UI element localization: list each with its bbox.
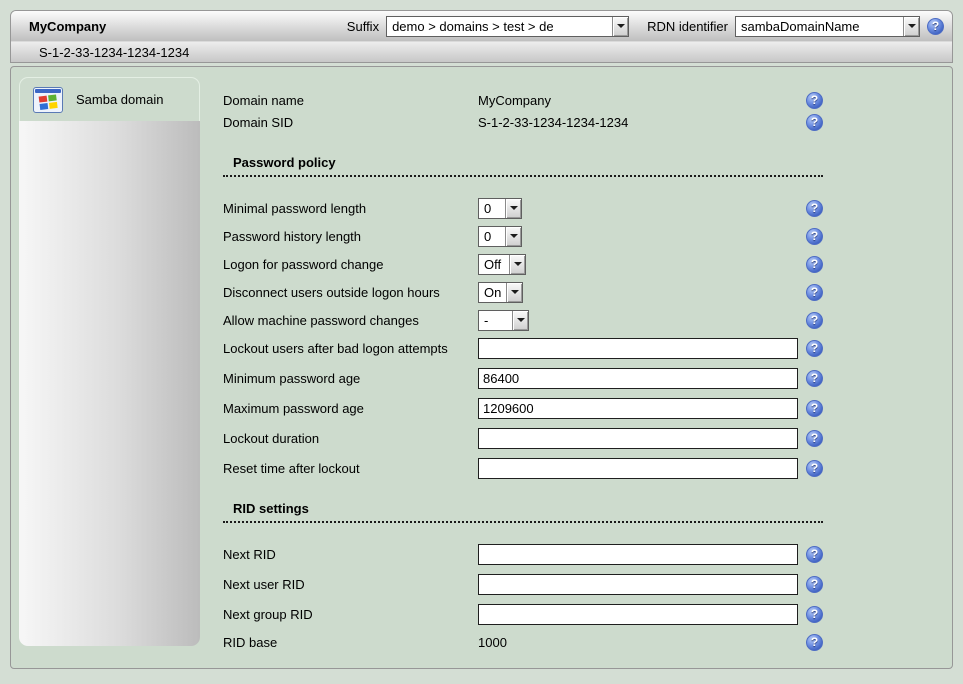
help-icon[interactable]: ? bbox=[806, 634, 823, 651]
help-icon[interactable]: ? bbox=[806, 606, 823, 623]
select-value: Off bbox=[479, 255, 509, 274]
help-icon[interactable]: ? bbox=[806, 256, 823, 273]
field-label: Minimum password age bbox=[223, 371, 478, 386]
rid-base-value: 1000 bbox=[478, 635, 507, 650]
allow-machine-password-changes-row: Allow machine password changes - ? bbox=[223, 309, 823, 331]
field-label: Password history length bbox=[223, 229, 478, 244]
chevron-down-icon bbox=[505, 227, 521, 246]
next-user-rid-input[interactable] bbox=[478, 574, 798, 595]
disconnect-users-row: Disconnect users outside logon hours On … bbox=[223, 281, 823, 303]
minimal-password-length-select[interactable]: 0 bbox=[478, 198, 522, 219]
help-icon[interactable]: ? bbox=[806, 430, 823, 447]
domain-name-row: Domain name MyCompany ? bbox=[223, 89, 823, 111]
help-icon[interactable]: ? bbox=[806, 92, 823, 109]
chevron-down-icon bbox=[509, 255, 525, 274]
domain-name-value: MyCompany bbox=[478, 93, 551, 108]
select-value: - bbox=[479, 311, 512, 330]
lockout-bad-logon-input[interactable] bbox=[478, 338, 798, 359]
field-label: Lockout duration bbox=[223, 431, 478, 446]
samba-domain-form: Domain name MyCompany ? Domain SID S-1-2… bbox=[223, 89, 823, 653]
chevron-down-icon bbox=[512, 311, 528, 330]
next-rid-row: Next RID ? bbox=[223, 543, 823, 565]
tab-samba-domain[interactable]: Samba domain bbox=[19, 77, 200, 121]
help-icon[interactable]: ? bbox=[806, 546, 823, 563]
field-label: Reset time after lockout bbox=[223, 461, 478, 476]
section-heading-password-policy: Password policy bbox=[223, 155, 823, 177]
domain-sid-label: Domain SID bbox=[223, 115, 478, 130]
field-label: Next RID bbox=[223, 547, 478, 562]
field-label: RID base bbox=[223, 635, 478, 650]
help-icon[interactable]: ? bbox=[806, 200, 823, 217]
minimum-password-age-input[interactable] bbox=[478, 368, 798, 389]
chevron-down-icon bbox=[903, 17, 919, 36]
select-value: 0 bbox=[479, 199, 505, 218]
help-icon[interactable]: ? bbox=[806, 284, 823, 301]
field-label: Disconnect users outside logon hours bbox=[223, 285, 478, 300]
domain-sid-value: S-1-2-33-1234-1234-1234 bbox=[478, 115, 628, 130]
select-value: On bbox=[479, 283, 506, 302]
help-icon[interactable]: ? bbox=[806, 114, 823, 131]
domain-sid-subtitle: S-1-2-33-1234-1234-1234 bbox=[39, 45, 189, 60]
domain-sid-row: Domain SID S-1-2-33-1234-1234-1234 ? bbox=[223, 111, 823, 133]
field-label: Maximum password age bbox=[223, 401, 478, 416]
rid-base-row: RID base 1000 ? bbox=[223, 631, 823, 653]
chevron-down-icon bbox=[612, 17, 628, 36]
reset-time-after-lockout-input[interactable] bbox=[478, 458, 798, 479]
next-group-rid-row: Next group RID ? bbox=[223, 603, 823, 625]
rdn-identifier-select[interactable]: sambaDomainName bbox=[735, 16, 920, 37]
field-label: Minimal password length bbox=[223, 201, 478, 216]
title-bar-top-row: MyCompany Suffix demo > domains > test >… bbox=[11, 11, 952, 41]
page-title: MyCompany bbox=[29, 19, 106, 34]
suffix-label: Suffix bbox=[347, 19, 379, 34]
password-history-length-select[interactable]: 0 bbox=[478, 226, 522, 247]
allow-machine-password-changes-select[interactable]: - bbox=[478, 310, 529, 331]
disconnect-users-select[interactable]: On bbox=[478, 282, 523, 303]
select-value: 0 bbox=[479, 227, 505, 246]
next-user-rid-row: Next user RID ? bbox=[223, 573, 823, 595]
domain-name-label: Domain name bbox=[223, 93, 478, 108]
next-rid-input[interactable] bbox=[478, 544, 798, 565]
help-icon[interactable]: ? bbox=[806, 312, 823, 329]
lockout-duration-row: Lockout duration ? bbox=[223, 427, 823, 449]
chevron-down-icon bbox=[506, 283, 522, 302]
lockout-duration-input[interactable] bbox=[478, 428, 798, 449]
field-label: Lockout users after bad logon attempts bbox=[223, 341, 478, 356]
field-label: Logon for password change bbox=[223, 257, 478, 272]
sidebar-panel bbox=[19, 121, 200, 646]
chevron-down-icon bbox=[505, 199, 521, 218]
field-label: Next user RID bbox=[223, 577, 478, 592]
tab-samba-domain-label: Samba domain bbox=[76, 92, 163, 107]
rdn-identifier-label: RDN identifier bbox=[647, 19, 728, 34]
logon-for-password-change-row: Logon for password change Off ? bbox=[223, 253, 823, 275]
logon-for-password-change-select[interactable]: Off bbox=[478, 254, 526, 275]
title-bar-sid-row: S-1-2-33-1234-1234-1234 bbox=[11, 41, 952, 62]
lockout-bad-logon-row: Lockout users after bad logon attempts ? bbox=[223, 337, 823, 359]
field-label: Allow machine password changes bbox=[223, 313, 478, 328]
minimum-password-age-row: Minimum password age ? bbox=[223, 367, 823, 389]
suffix-select[interactable]: demo > domains > test > de bbox=[386, 16, 629, 37]
password-history-length-row: Password history length 0 ? bbox=[223, 225, 823, 247]
minimal-password-length-row: Minimal password length 0 ? bbox=[223, 197, 823, 219]
windows-logo-icon bbox=[33, 87, 63, 113]
section-heading-rid-settings: RID settings bbox=[223, 501, 823, 523]
maximum-password-age-input[interactable] bbox=[478, 398, 798, 419]
help-icon[interactable]: ? bbox=[806, 340, 823, 357]
help-icon[interactable]: ? bbox=[927, 18, 944, 35]
help-icon[interactable]: ? bbox=[806, 576, 823, 593]
help-icon[interactable]: ? bbox=[806, 228, 823, 245]
title-bar: MyCompany Suffix demo > domains > test >… bbox=[10, 10, 953, 63]
field-label: Next group RID bbox=[223, 607, 478, 622]
suffix-select-value: demo > domains > test > de bbox=[387, 17, 612, 36]
reset-time-after-lockout-row: Reset time after lockout ? bbox=[223, 457, 823, 479]
help-icon[interactable]: ? bbox=[806, 400, 823, 417]
help-icon[interactable]: ? bbox=[806, 460, 823, 477]
rdn-select-value: sambaDomainName bbox=[736, 17, 903, 36]
main-panel: Samba domain Domain name MyCompany ? Dom… bbox=[10, 66, 953, 669]
maximum-password-age-row: Maximum password age ? bbox=[223, 397, 823, 419]
help-icon[interactable]: ? bbox=[806, 370, 823, 387]
next-group-rid-input[interactable] bbox=[478, 604, 798, 625]
